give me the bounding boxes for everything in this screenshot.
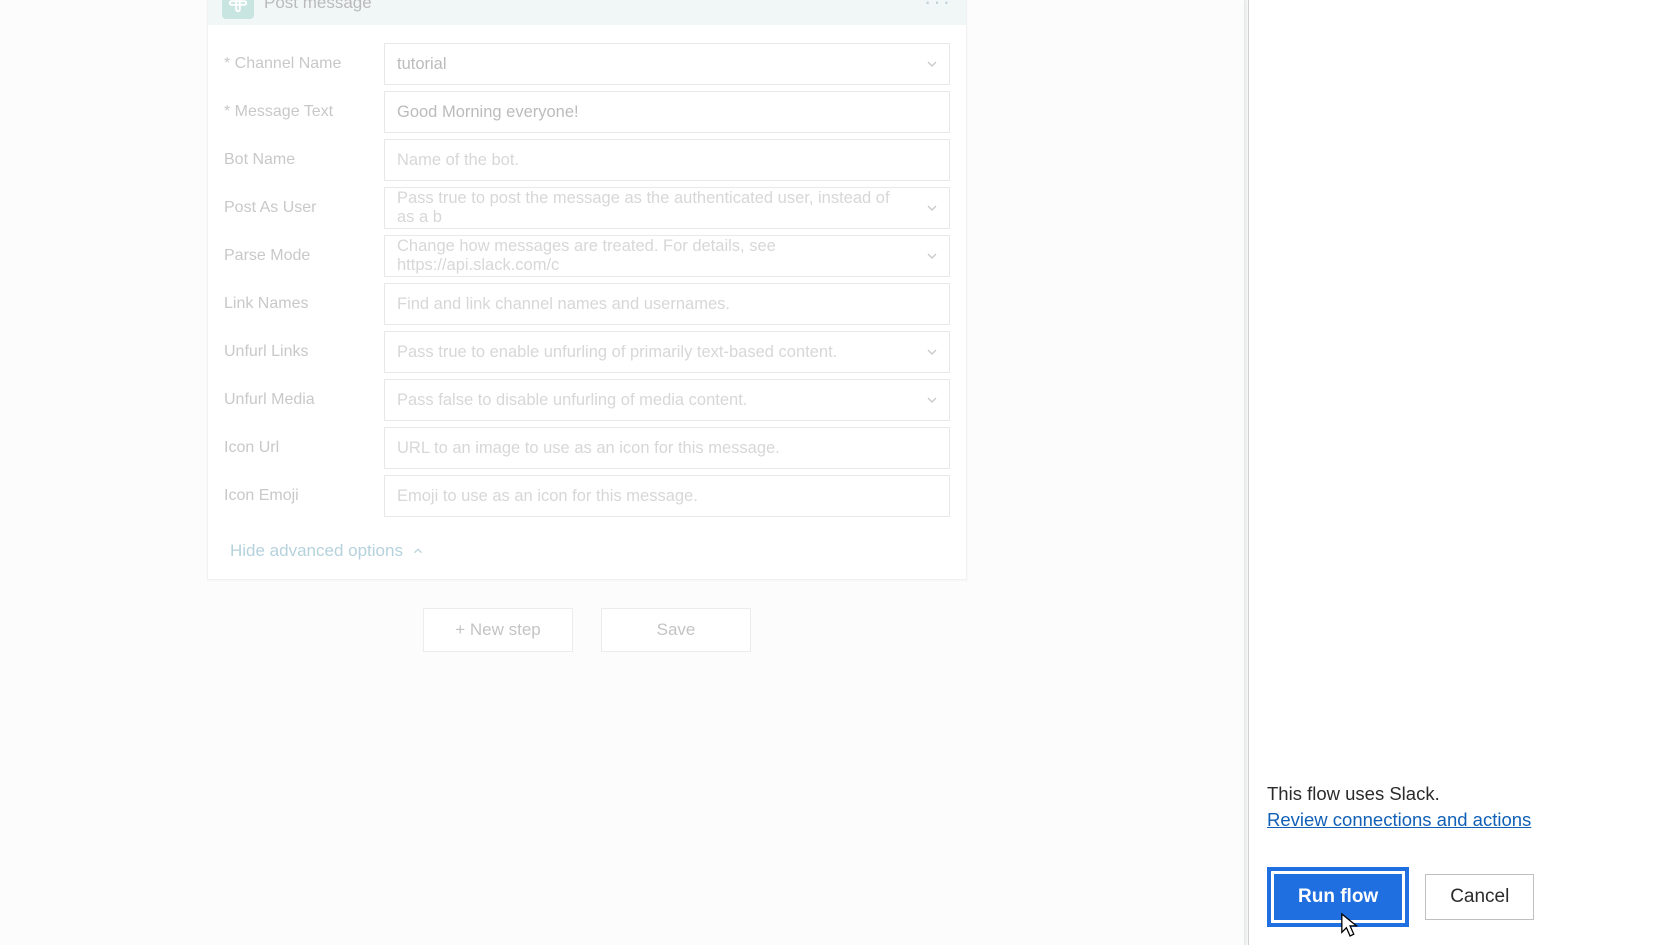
field-label: Link Names	[224, 295, 384, 313]
bot-name-input[interactable]: Name of the bot.	[384, 139, 950, 181]
field-value: tutorial	[397, 55, 447, 74]
chevron-down-icon	[924, 248, 940, 264]
hide-advanced-options-link[interactable]: Hide advanced options	[230, 541, 425, 561]
card-body: * Channel Name tutorial * Message Text G…	[208, 25, 966, 579]
chevron-down-icon	[924, 200, 940, 216]
cancel-button[interactable]: Cancel	[1425, 874, 1534, 920]
field-row-icon-url: Icon Url URL to an image to use as an ic…	[224, 427, 950, 469]
chevron-down-icon	[924, 56, 940, 72]
field-placeholder: Pass true to enable unfurling of primari…	[397, 343, 837, 362]
hide-advanced-label: Hide advanced options	[230, 541, 403, 561]
field-row-link-names: Link Names Find and link channel names a…	[224, 283, 950, 325]
field-row-post-as-user: Post As User Pass true to post the messa…	[224, 187, 950, 229]
button-label: Save	[657, 620, 696, 640]
field-placeholder: Pass false to disable unfurling of media…	[397, 391, 747, 410]
parse-mode-select[interactable]: Change how messages are treated. For det…	[384, 235, 950, 277]
channel-name-select[interactable]: tutorial	[384, 43, 950, 85]
chevron-down-icon	[924, 344, 940, 360]
card-header[interactable]: Post message ···	[208, 0, 966, 25]
panel-shadow	[1244, 0, 1248, 945]
button-label: Run flow	[1298, 886, 1378, 907]
card-menu-button[interactable]: ···	[924, 0, 952, 13]
field-label: Unfurl Links	[224, 343, 384, 361]
field-placeholder: Pass true to post the message as the aut…	[397, 189, 909, 227]
field-row-bot-name: Bot Name Name of the bot.	[224, 139, 950, 181]
field-placeholder: Name of the bot.	[397, 151, 519, 170]
button-label: Cancel	[1450, 886, 1509, 907]
card-title: Post message	[264, 0, 372, 13]
unfurl-links-select[interactable]: Pass true to enable unfurling of primari…	[384, 331, 950, 373]
field-placeholder: Find and link channel names and username…	[397, 295, 730, 314]
new-step-button[interactable]: + New step	[423, 608, 573, 652]
field-label: * Channel Name	[224, 55, 384, 73]
link-names-input[interactable]: Find and link channel names and username…	[384, 283, 950, 325]
field-row-parse-mode: Parse Mode Change how messages are treat…	[224, 235, 950, 277]
unfurl-media-select[interactable]: Pass false to disable unfurling of media…	[384, 379, 950, 421]
post-as-user-select[interactable]: Pass true to post the message as the aut…	[384, 187, 950, 229]
save-button[interactable]: Save	[601, 608, 751, 652]
chevron-down-icon	[924, 392, 940, 408]
field-row-channel-name: * Channel Name tutorial	[224, 43, 950, 85]
field-label: Unfurl Media	[224, 391, 384, 409]
icon-emoji-input[interactable]: Emoji to use as an icon for this message…	[384, 475, 950, 517]
field-placeholder: Change how messages are treated. For det…	[397, 237, 909, 275]
field-label: Parse Mode	[224, 247, 384, 265]
run-flow-panel: This flow uses Slack. Review connections…	[1248, 0, 1680, 945]
field-value: Good Morning everyone!	[397, 103, 579, 122]
field-row-unfurl-media: Unfurl Media Pass false to disable unfur…	[224, 379, 950, 421]
slack-icon	[222, 0, 254, 19]
field-placeholder: Emoji to use as an icon for this message…	[397, 487, 698, 506]
designer-canvas: Post message ··· * Channel Name tutorial…	[0, 0, 1248, 945]
action-card-post-message: Post message ··· * Channel Name tutorial…	[207, 0, 967, 580]
field-row-message-text: * Message Text Good Morning everyone!	[224, 91, 950, 133]
message-text-input[interactable]: Good Morning everyone!	[384, 91, 950, 133]
panel-info-text: This flow uses Slack.	[1267, 783, 1662, 805]
field-label: Post As User	[224, 199, 384, 217]
run-flow-button[interactable]: Run flow	[1274, 874, 1402, 920]
field-label: Bot Name	[224, 151, 384, 169]
field-label: Icon Url	[224, 439, 384, 457]
chevron-up-icon	[411, 544, 425, 558]
designer-footer: + New step Save	[207, 608, 967, 652]
run-flow-highlight: Run flow	[1267, 867, 1409, 927]
button-label: + New step	[455, 620, 541, 640]
field-row-unfurl-links: Unfurl Links Pass true to enable unfurli…	[224, 331, 950, 373]
field-label: * Message Text	[224, 103, 384, 121]
review-connections-link[interactable]: Review connections and actions	[1267, 809, 1531, 831]
field-label: Icon Emoji	[224, 487, 384, 505]
icon-url-input[interactable]: URL to an image to use as an icon for th…	[384, 427, 950, 469]
field-placeholder: URL to an image to use as an icon for th…	[397, 439, 780, 458]
field-row-icon-emoji: Icon Emoji Emoji to use as an icon for t…	[224, 475, 950, 517]
